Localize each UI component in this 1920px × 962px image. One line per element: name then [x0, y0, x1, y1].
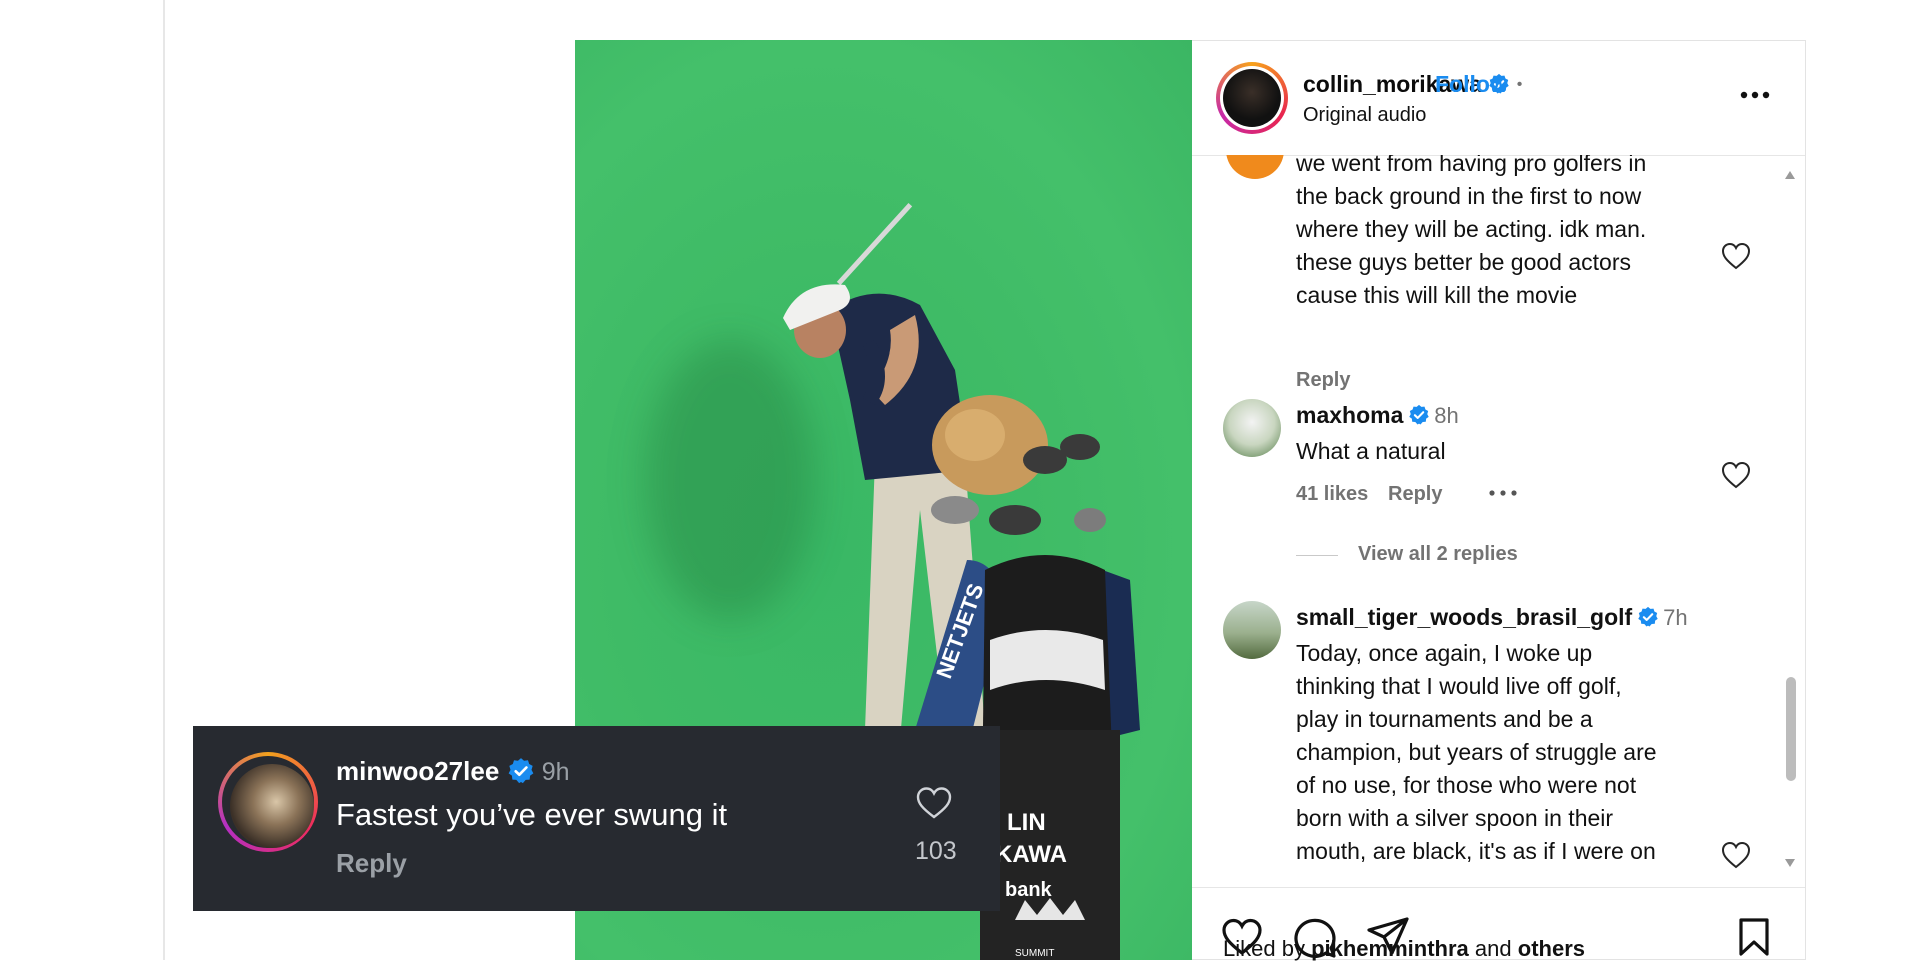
featured-comment-reply[interactable]: Reply: [336, 848, 407, 879]
comment-likes-count[interactable]: 41 likes: [1296, 483, 1368, 506]
save-bookmark-icon[interactable]: [1736, 917, 1772, 957]
comment-username[interactable]: maxhoma: [1296, 402, 1403, 428]
post-header: collin_morikawa • Follow Original audio: [1192, 41, 1805, 156]
author-avatar[interactable]: [1216, 62, 1288, 134]
like-comment-icon[interactable]: [1721, 242, 1751, 270]
comment-text: What a natural: [1296, 438, 1446, 464]
featured-comment-like-count: 103: [915, 837, 957, 865]
page-divider: [163, 0, 165, 960]
audio-label[interactable]: Original audio: [1303, 104, 1426, 127]
comment-time[interactable]: 7h: [1663, 605, 1687, 630]
verified-badge-icon: [1409, 404, 1429, 425]
featured-comment-avatar[interactable]: [218, 752, 318, 852]
bag-text-4: SUMMIT: [1015, 948, 1054, 959]
replies-divider: [1296, 555, 1338, 556]
featured-comment-like-icon[interactable]: [916, 786, 952, 820]
comments-list[interactable]: we went from having pro golfers in the b…: [1192, 155, 1805, 887]
verified-badge-icon: [508, 758, 533, 784]
like-comment-icon[interactable]: [1721, 841, 1751, 869]
comment-options-icon[interactable]: [1486, 485, 1520, 501]
comment-time[interactable]: 8h: [1434, 403, 1458, 428]
header-separator: •: [1516, 76, 1523, 93]
comment-text: we went from having pro golfers in the b…: [1296, 155, 1647, 308]
featured-comment-username[interactable]: minwoo27lee: [336, 756, 499, 786]
featured-comment-card: minwoo27lee 9h Fastest you’ve ever swung…: [193, 726, 1000, 911]
more-options-icon[interactable]: [1735, 85, 1775, 105]
view-replies-button[interactable]: View all 2 replies: [1358, 543, 1518, 566]
liked-by-others[interactable]: others: [1518, 936, 1585, 961]
like-comment-icon[interactable]: [1721, 461, 1751, 489]
comment-avatar[interactable]: [1223, 601, 1281, 659]
verified-badge-icon: [1637, 606, 1658, 627]
comment-header: small_tiger_woods_brasil_golf 7h: [1296, 604, 1688, 631]
bag-text-1: LIN: [1007, 809, 1046, 836]
liked-by-user[interactable]: pikhemminthra: [1311, 936, 1469, 961]
comment-reply-button[interactable]: Reply: [1388, 483, 1442, 506]
featured-comment-text: Fastest you’ve ever swung it: [336, 797, 728, 832]
featured-comment-header: minwoo27lee 9h: [336, 756, 570, 787]
liked-by-line: Liked by pikhemminthra and others: [1223, 936, 1585, 961]
post-panel: collin_morikawa • Follow Original audio …: [1192, 40, 1806, 960]
comment-avatar[interactable]: [1223, 399, 1281, 457]
comment-header: maxhoma 8h: [1296, 402, 1459, 429]
comment-username[interactable]: small_tiger_woods_brasil_golf: [1296, 604, 1632, 630]
bag-text-2: KAWA: [995, 841, 1067, 868]
follow-button[interactable]: Follow: [1435, 71, 1508, 98]
comment-avatar[interactable]: [1226, 155, 1284, 179]
scrollbar-thumb[interactable]: [1786, 677, 1796, 781]
featured-comment-time: 9h: [541, 758, 570, 786]
bag-text-3: bank: [1005, 879, 1053, 901]
comment-reply-button[interactable]: Reply: [1296, 369, 1350, 392]
comment-text: Today, once again, I woke up thinking th…: [1296, 640, 1657, 864]
